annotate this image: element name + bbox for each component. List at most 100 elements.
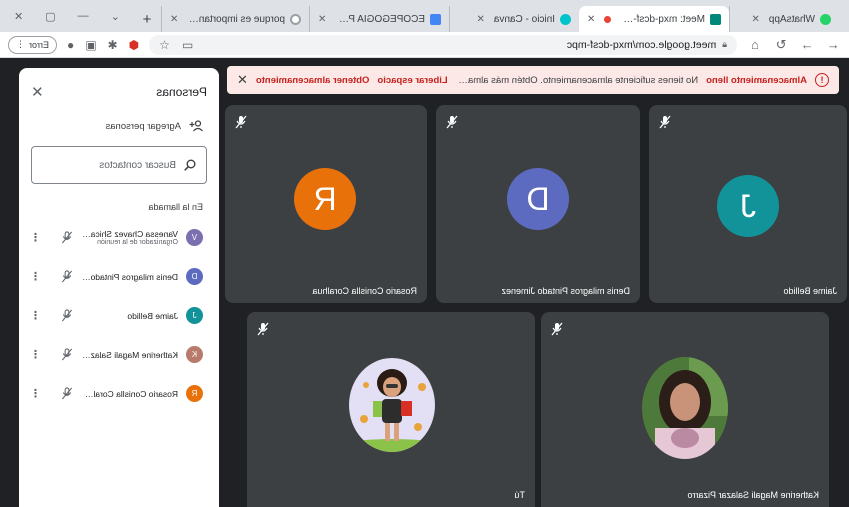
participant-name: Katherine Magali Salazar Pizarro	[687, 490, 819, 500]
tab-reciclar[interactable]: porque es importante reciclar pa... ✕	[161, 6, 309, 32]
close-tab-icon[interactable]: ✕	[476, 14, 484, 25]
lock-icon[interactable]: 🔒︎	[722, 39, 727, 50]
panel-title: Personas	[156, 85, 207, 99]
more-vert-icon[interactable]: ⋮	[30, 348, 41, 361]
person-name: Vanessa Chavez Shica (Tú)	[81, 229, 178, 239]
meet-stage: ! Almacenamiento lleno No tienes suficie…	[0, 58, 849, 507]
mic-off-icon	[235, 115, 247, 129]
tab-search-icon[interactable]: ⌄	[111, 10, 120, 23]
browser-tab-strip: WhatsApp ✕ Meet: mxq-dcsf-mpc ✕ Inicio -…	[0, 0, 849, 32]
back-icon[interactable]: ←	[825, 37, 841, 52]
tab-canva[interactable]: Inicio - Canva ✕	[449, 6, 579, 32]
tab-label: ECOPEGOGIA PARA UN MUNDO ...	[335, 13, 425, 25]
mic-off-icon	[61, 348, 73, 361]
search-placeholder: Buscar contactos	[99, 159, 176, 171]
participant-tile-jaime[interactable]: J Jaime Bellido	[649, 105, 847, 303]
person-role: Organizador de la reunión	[97, 239, 178, 246]
maximize-icon[interactable]: ▢	[45, 10, 55, 23]
meet-icon	[710, 13, 721, 25]
more-vert-icon[interactable]: ⋮	[30, 387, 41, 400]
katherine-photo-avatar	[642, 357, 728, 459]
tab-favicon-icon	[430, 13, 441, 25]
search-contacts-input[interactable]: Buscar contactos	[31, 146, 207, 184]
list-item[interactable]: J Jaime Bellido ⋮	[30, 296, 207, 335]
more-vert-icon[interactable]: ⋮	[30, 231, 41, 244]
forward-icon[interactable]: →	[799, 37, 815, 52]
participant-tile-denis[interactable]: D Denis milagros Pintado Jimenez	[436, 105, 640, 303]
close-tab-icon[interactable]: ✕	[587, 14, 595, 25]
avatar: R	[294, 168, 356, 230]
more-vert-icon[interactable]: ⋮	[30, 270, 41, 283]
participant-tile-rosario[interactable]: R Rosario Conislla Coralhua	[225, 105, 427, 303]
list-item[interactable]: V Vanessa Chavez Shica (Tú) Organizador …	[30, 218, 207, 257]
close-tab-icon[interactable]: ✕	[170, 14, 178, 25]
mic-off-icon	[61, 387, 73, 400]
mic-off-icon	[446, 115, 458, 129]
close-tab-icon[interactable]: ✕	[318, 14, 326, 25]
add-people-label: Agregar personas	[105, 120, 181, 132]
whatsapp-icon	[820, 13, 831, 25]
cast-icon[interactable]: ▭	[182, 38, 193, 52]
puzzle-icon[interactable]: ✱	[108, 38, 118, 52]
home-icon[interactable]: ⌂	[747, 37, 763, 52]
mic-off-icon	[61, 270, 73, 283]
tab-label: WhatsApp	[768, 13, 815, 25]
extensions: ⬢ ✱ ▣ ●	[67, 38, 139, 52]
warning-icon: !	[815, 73, 829, 87]
close-tab-icon[interactable]: ✕	[751, 14, 759, 25]
tab-label: porque es importante reciclar pa...	[187, 13, 285, 25]
free-space-link[interactable]: Liberar espacio	[377, 75, 447, 86]
search-icon	[184, 159, 196, 171]
participant-name: Rosario Conislla Coralhua	[312, 286, 417, 296]
avatar: V	[186, 229, 203, 246]
mic-off-icon	[61, 309, 73, 322]
person-name: Katherine Magali Salazar Pi...	[81, 349, 178, 360]
participant-tile-katherine[interactable]: Katherine Magali Salazar Pizarro	[541, 312, 829, 507]
tab-label: Inicio - Canva	[493, 13, 555, 25]
tab-label: Meet: mxq-dcsf-mpc	[616, 13, 705, 25]
error-button[interactable]: Error ⋮	[8, 35, 57, 54]
participant-name: Denis milagros Pintado Jimenez	[501, 286, 630, 296]
participant-name: Tú	[514, 490, 525, 500]
url-field[interactable]: 🔒︎ meet.google.com/mxq-dcsf-mpc ▭ ☆	[149, 34, 737, 55]
self-cartoon-avatar	[349, 358, 435, 452]
mic-off-icon	[551, 322, 563, 336]
avatar: K	[186, 346, 203, 363]
reading-list-icon[interactable]: ▣	[85, 38, 96, 52]
close-icon[interactable]: ✕	[31, 83, 44, 101]
more-vert-icon[interactable]: ⋮	[30, 309, 41, 322]
mic-off-icon	[659, 115, 671, 129]
tab-ecopedagogia[interactable]: ECOPEGOGIA PARA UN MUNDO ... ✕	[309, 6, 449, 32]
minimize-icon[interactable]: —	[78, 10, 89, 22]
reload-icon[interactable]: ↻	[773, 37, 789, 53]
bookmark-star-icon[interactable]: ☆	[159, 38, 170, 52]
storage-banner: ! Almacenamiento lleno No tienes suficie…	[227, 66, 839, 94]
new-tab-button[interactable]: +	[133, 6, 161, 32]
people-panel: Personas ✕ Agregar personas Buscar conta…	[19, 68, 219, 507]
address-bar-row: ← → ↻ ⌂ 🔒︎ meet.google.com/mxq-dcsf-mpc …	[0, 32, 849, 58]
banner-title: Almacenamiento lleno	[706, 74, 807, 86]
google-icon	[290, 13, 301, 25]
participant-name: Jaime Bellido	[783, 286, 837, 296]
participant-tile-self[interactable]: Tú	[247, 312, 535, 507]
tab-whatsapp[interactable]: WhatsApp ✕	[729, 6, 839, 32]
close-icon[interactable]: ✕	[237, 72, 248, 88]
avatar: J	[186, 307, 203, 324]
get-storage-link[interactable]: Obtener almacenamiento	[256, 75, 370, 86]
error-button-label: Error	[29, 39, 49, 50]
avatar: R	[186, 385, 203, 402]
list-item[interactable]: R Rosario Conislla Coralhua ⋮	[30, 374, 207, 413]
window-close-icon[interactable]: ✕	[14, 10, 23, 23]
section-in-call: En la llamada	[148, 202, 203, 212]
recording-dot-icon	[604, 15, 612, 23]
person-name: Rosario Conislla Coralhua	[81, 388, 178, 399]
person-add-icon	[189, 120, 203, 132]
add-people-button[interactable]: Agregar personas	[31, 120, 207, 132]
avatar: D	[507, 168, 569, 230]
list-item[interactable]: D Denis milagros Pintado Jim... ⋮	[30, 257, 207, 296]
tab-meet[interactable]: Meet: mxq-dcsf-mpc ✕	[579, 6, 729, 32]
list-item[interactable]: K Katherine Magali Salazar Pi... ⋮	[30, 335, 207, 374]
extension-icon[interactable]: ⬢	[129, 38, 139, 52]
url-text: meet.google.com/mxq-dcsf-mpc	[566, 38, 717, 51]
profile-icon[interactable]: ●	[67, 38, 74, 52]
